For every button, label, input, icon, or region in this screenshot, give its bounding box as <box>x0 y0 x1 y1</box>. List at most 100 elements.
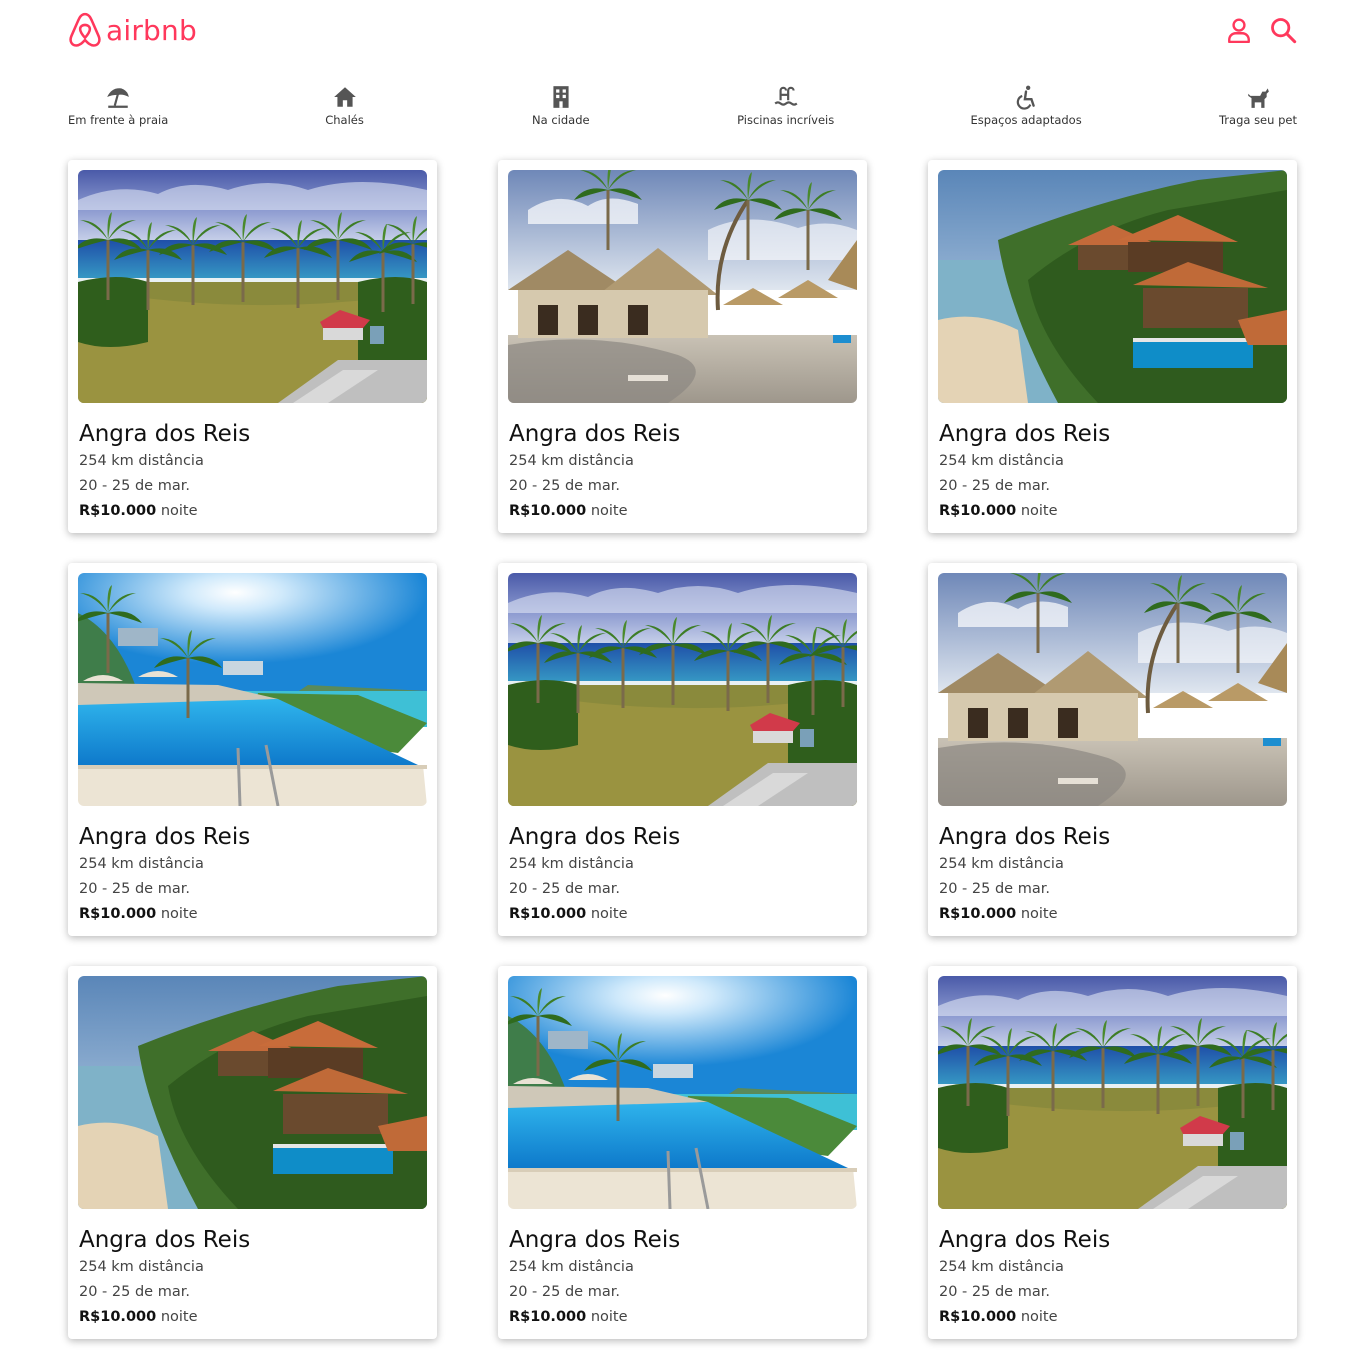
listing-card[interactable]: Angra dos Reis 254 km distância 20 - 25 … <box>498 966 867 1339</box>
airbnb-logo-icon <box>69 12 101 47</box>
listing-price: R$10.000 noite <box>509 1305 857 1329</box>
listing-distance: 254 km distância <box>79 453 204 469</box>
beach-umbrella-icon <box>107 88 129 108</box>
listing-price-unit: noite <box>1020 503 1058 519</box>
listing-distance: 254 km distância <box>79 1259 204 1275</box>
category-label: Na cidade <box>532 113 590 127</box>
listing-price: R$10.000 noite <box>79 1305 427 1329</box>
listing-price-value: R$10.000 <box>79 906 157 922</box>
listing-distance: 254 km distância <box>939 856 1064 872</box>
listing-dates: 20 - 25 de mar. <box>509 1284 620 1300</box>
listing-dates: 20 - 25 de mar. <box>939 881 1050 897</box>
listing-price-value: R$10.000 <box>939 906 1017 922</box>
category-label: Em frente à praia <box>68 113 169 127</box>
category-city[interactable]: Na cidade <box>521 84 601 136</box>
pool-icon <box>774 86 798 106</box>
airbnb-logo[interactable]: airbnb <box>68 12 197 48</box>
listing-dates: 20 - 25 de mar. <box>939 1284 1050 1300</box>
search-icon[interactable] <box>1268 14 1298 46</box>
listing-photo[interactable] <box>938 170 1287 403</box>
listings-grid: Angra dos Reis 254 km distância 20 - 25 … <box>68 160 1298 1339</box>
listing-price: R$10.000 noite <box>509 499 857 523</box>
listing-price-unit: noite <box>590 503 628 519</box>
listing-title: Angra dos Reis <box>939 421 1111 447</box>
listing-price: R$10.000 noite <box>79 902 427 926</box>
category-pets[interactable]: Traga seu pet <box>1218 84 1298 136</box>
wheelchair-icon <box>1016 85 1035 110</box>
listing-title: Angra dos Reis <box>79 1227 251 1253</box>
listing-price-value: R$10.000 <box>509 1309 587 1325</box>
listing-title: Angra dos Reis <box>509 421 681 447</box>
listing-distance: 254 km distância <box>939 1259 1064 1275</box>
listing-title: Angra dos Reis <box>509 1227 681 1253</box>
listing-photo[interactable] <box>938 573 1287 806</box>
listing-title: Angra dos Reis <box>79 824 251 850</box>
listing-distance: 254 km distância <box>509 856 634 872</box>
listing-price-unit: noite <box>160 906 198 922</box>
listing-price: R$10.000 noite <box>509 902 857 926</box>
listing-price: R$10.000 noite <box>939 499 1287 523</box>
listing-card[interactable]: Angra dos Reis 254 km distância 20 - 25 … <box>928 563 1297 936</box>
page: airbnb Em frente à praia Chalés Na cidad… <box>0 0 1366 1358</box>
listing-card[interactable]: Angra dos Reis 254 km distância 20 - 25 … <box>928 966 1297 1339</box>
brand-name: airbnb <box>106 13 197 47</box>
listing-title: Angra dos Reis <box>509 824 681 850</box>
listing-distance: 254 km distância <box>79 856 204 872</box>
listing-dates: 20 - 25 de mar. <box>79 881 190 897</box>
listing-photo[interactable] <box>938 976 1287 1209</box>
building-icon <box>553 86 569 108</box>
category-label: Traga seu pet <box>1218 113 1297 127</box>
listing-card[interactable]: Angra dos Reis 254 km distância 20 - 25 … <box>498 160 867 533</box>
listing-price-value: R$10.000 <box>79 503 157 519</box>
listing-price-unit: noite <box>590 1309 628 1325</box>
listing-dates: 20 - 25 de mar. <box>939 478 1050 494</box>
listing-distance: 254 km distância <box>939 453 1064 469</box>
listing-price-unit: noite <box>590 906 628 922</box>
listing-card[interactable]: Angra dos Reis 254 km distância 20 - 25 … <box>68 563 437 936</box>
house-icon <box>333 87 356 107</box>
listing-dates: 20 - 25 de mar. <box>509 478 620 494</box>
category-label: Espaços adaptados <box>970 113 1082 127</box>
listing-photo[interactable] <box>78 976 427 1209</box>
listing-title: Angra dos Reis <box>79 421 251 447</box>
listing-price: R$10.000 noite <box>939 902 1287 926</box>
listing-dates: 20 - 25 de mar. <box>79 478 190 494</box>
listing-title: Angra dos Reis <box>939 1227 1111 1253</box>
category-pools[interactable]: Piscinas incríveis <box>737 84 834 136</box>
listing-distance: 254 km distância <box>509 453 634 469</box>
listing-photo[interactable] <box>508 170 857 403</box>
listing-title: Angra dos Reis <box>939 824 1111 850</box>
listing-price: R$10.000 noite <box>79 499 427 523</box>
category-chalets[interactable]: Chalés <box>305 84 385 136</box>
category-beachfront[interactable]: Em frente à praia <box>68 84 168 136</box>
listing-price-value: R$10.000 <box>509 906 587 922</box>
listing-price: R$10.000 noite <box>939 1305 1287 1329</box>
listing-price-value: R$10.000 <box>939 503 1017 519</box>
listing-price-value: R$10.000 <box>939 1309 1017 1325</box>
listing-card[interactable]: Angra dos Reis 254 km distância 20 - 25 … <box>498 563 867 936</box>
listing-price-unit: noite <box>160 503 198 519</box>
user-icon[interactable] <box>1224 14 1254 46</box>
dog-icon <box>1248 88 1269 108</box>
listing-photo[interactable] <box>78 573 427 806</box>
header-actions <box>1224 14 1298 46</box>
listing-photo[interactable] <box>508 573 857 806</box>
listing-photo[interactable] <box>78 170 427 403</box>
listing-card[interactable]: Angra dos Reis 254 km distância 20 - 25 … <box>928 160 1297 533</box>
category-bar: Em frente à praia Chalés Na cidade Pisci… <box>68 84 1298 136</box>
listing-price-unit: noite <box>160 1309 198 1325</box>
listing-distance: 254 km distância <box>509 1259 634 1275</box>
listing-price-value: R$10.000 <box>509 503 587 519</box>
listing-dates: 20 - 25 de mar. <box>79 1284 190 1300</box>
category-label: Piscinas incríveis <box>737 113 835 127</box>
listing-dates: 20 - 25 de mar. <box>509 881 620 897</box>
listing-price-value: R$10.000 <box>79 1309 157 1325</box>
category-label: Chalés <box>325 113 364 127</box>
category-accessible[interactable]: Espaços adaptados <box>971 84 1082 136</box>
listing-price-unit: noite <box>1020 906 1058 922</box>
listing-card[interactable]: Angra dos Reis 254 km distância 20 - 25 … <box>68 966 437 1339</box>
listing-photo[interactable] <box>508 976 857 1209</box>
listing-card[interactable]: Angra dos Reis 254 km distância 20 - 25 … <box>68 160 437 533</box>
listing-price-unit: noite <box>1020 1309 1058 1325</box>
top-header: airbnb <box>0 0 1366 66</box>
